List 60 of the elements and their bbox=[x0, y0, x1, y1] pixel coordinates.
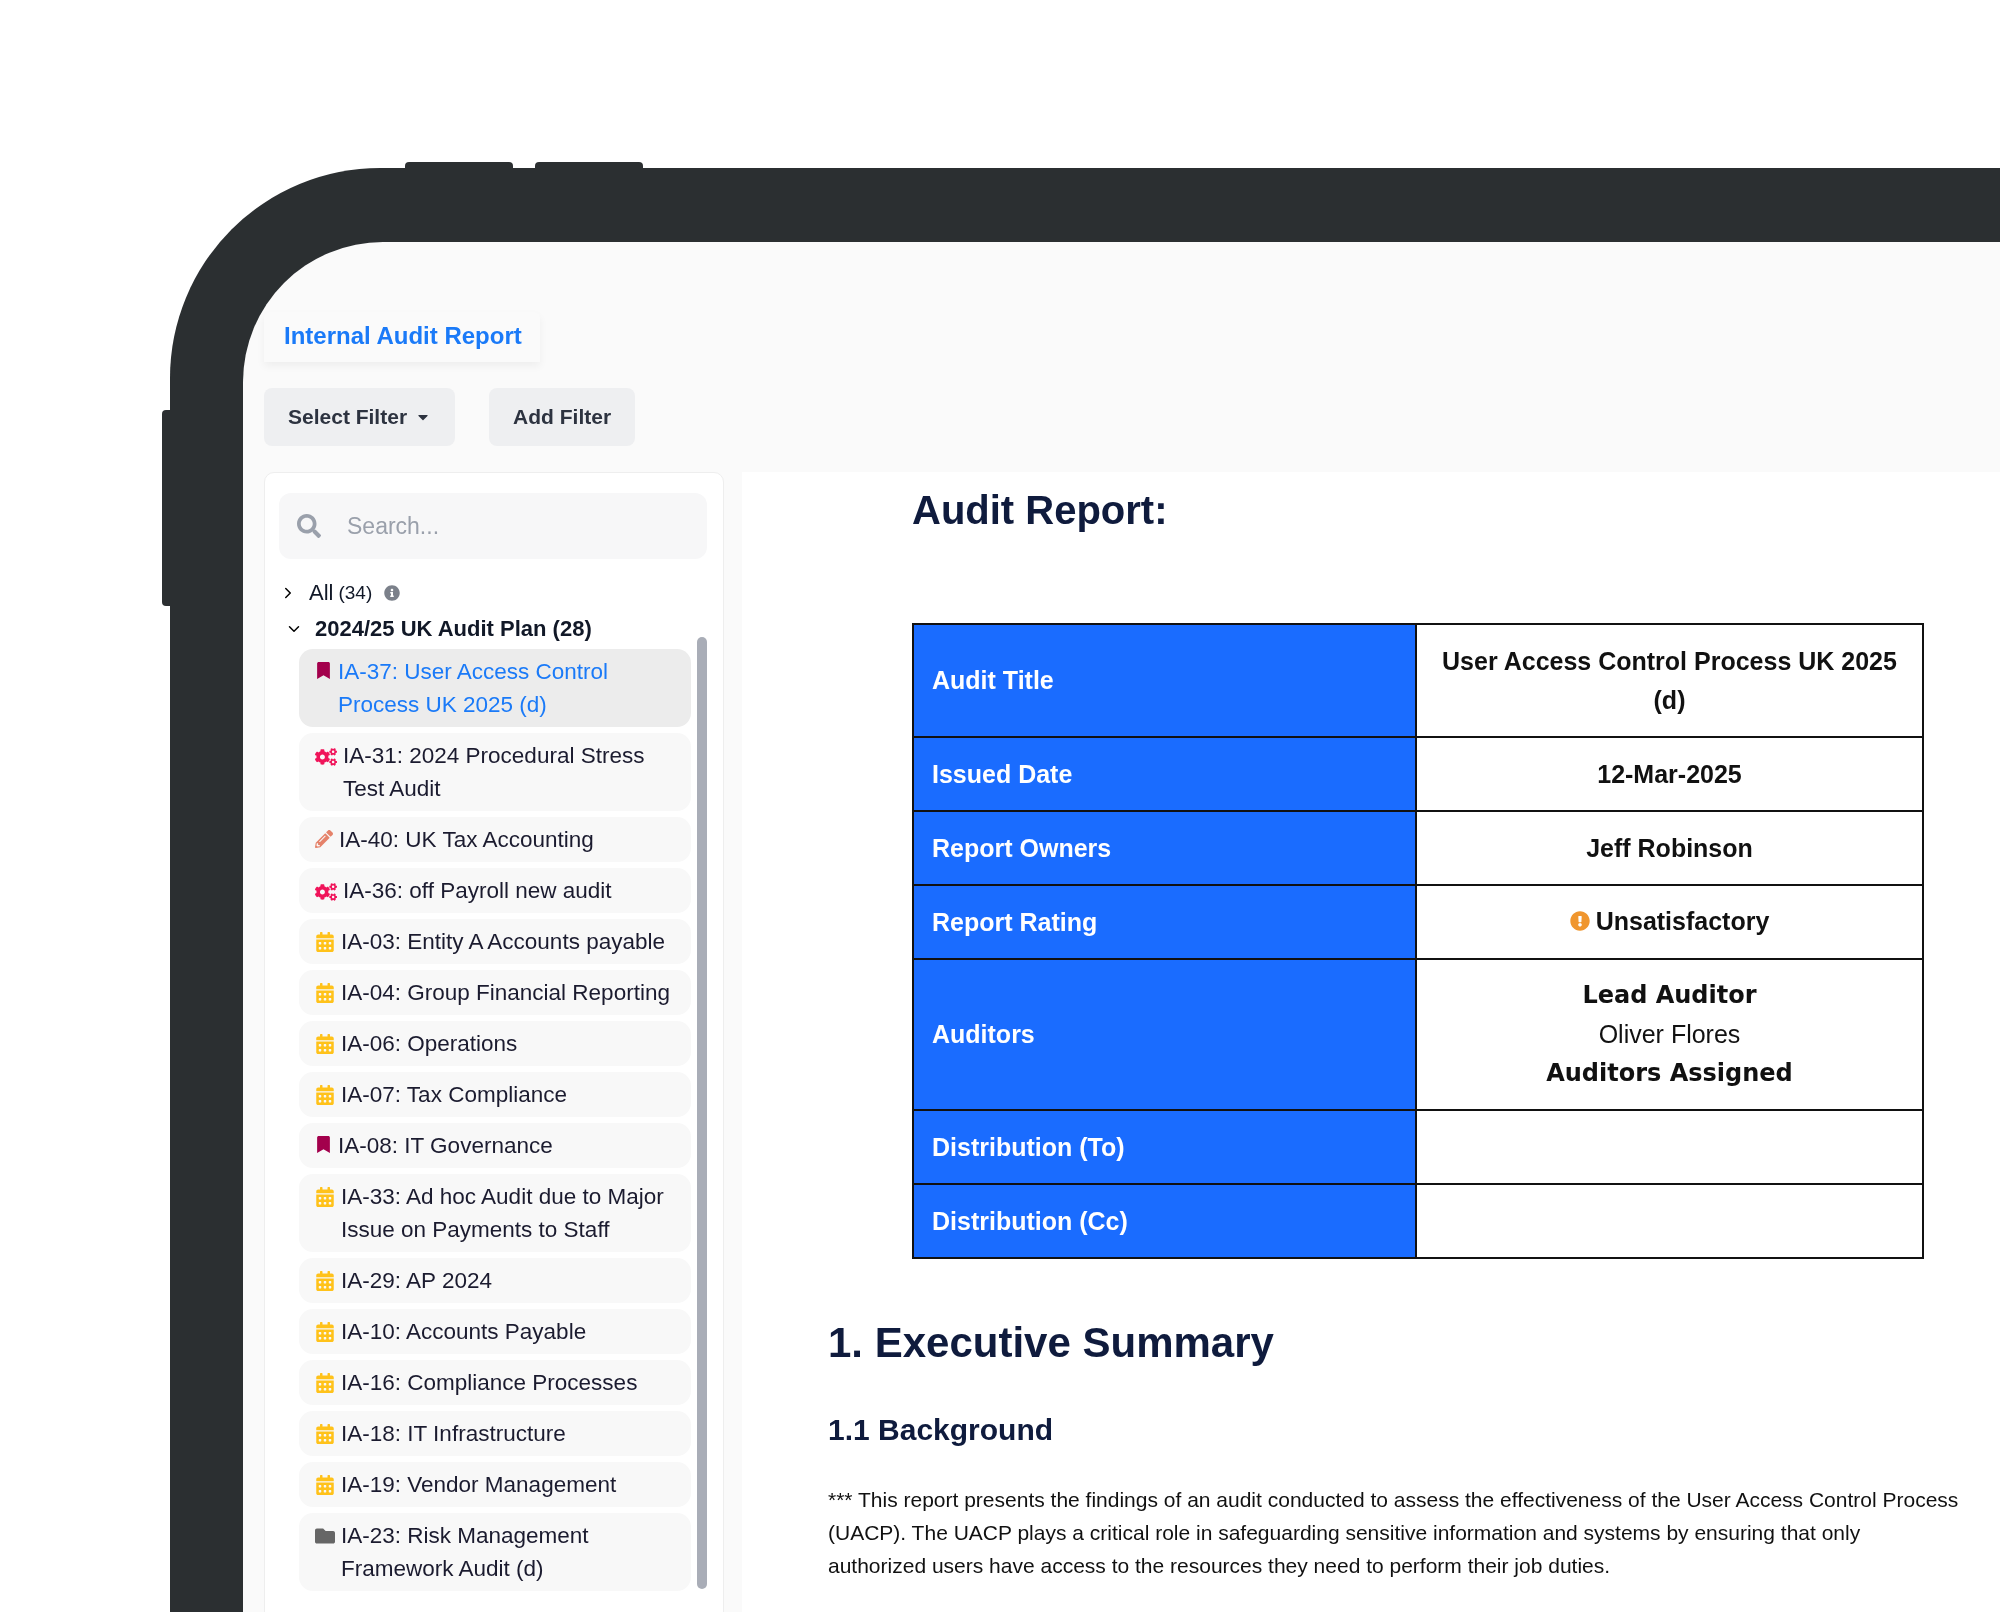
audit-list-item[interactable]: IA-03: Entity A Accounts payable bbox=[299, 919, 691, 964]
table-cell: 12-Mar-2025 bbox=[1416, 737, 1923, 811]
audit-list-item[interactable]: IA-06: Operations bbox=[299, 1021, 691, 1066]
audit-list-item[interactable]: IA-40: UK Tax Accounting bbox=[299, 817, 691, 862]
audit-list-item[interactable]: IA-19: Vendor Management bbox=[299, 1462, 691, 1507]
calendar-icon bbox=[315, 1322, 335, 1342]
audit-list-item[interactable]: IA-16: Compliance Processes bbox=[299, 1360, 691, 1405]
table-header-cell: Report Rating bbox=[913, 885, 1416, 959]
table-cell: User Access Control Process UK 2025 (d) bbox=[1416, 624, 1923, 737]
audit-list-item[interactable]: IA-10: Accounts Payable bbox=[299, 1309, 691, 1354]
search-icon bbox=[297, 514, 321, 538]
tree-node[interactable]: All bbox=[309, 580, 334, 606]
folder-icon bbox=[315, 1526, 335, 1546]
pencil-icon bbox=[315, 830, 333, 848]
background-paragraph: *** This report presents the findings of an audit conducted to assess the effectiveness of the User Access Control Process (UACP). The UACP plays a critical role in safeguarding sensitive information and systems by ensuring that only authorized users have access to the resources they need to perform their job duties. bbox=[828, 1487, 1960, 1579]
auditor-name: Oliver Flores bbox=[1597, 1019, 1742, 1050]
search-field[interactable]: Search... bbox=[279, 493, 707, 559]
subsection-heading: 1.1 Background bbox=[828, 1413, 1055, 1447]
calendar-icon bbox=[315, 1085, 335, 1105]
audit-list-item[interactable]: IA-33: Ad hoc Audit due to Major Issue on Payments to Staff bbox=[299, 1174, 691, 1252]
table-header-cell: Report Owners bbox=[913, 811, 1416, 885]
table-header-cell: Distribution (To) bbox=[913, 1110, 1416, 1184]
bookmark-icon bbox=[315, 662, 332, 679]
info-icon bbox=[384, 585, 401, 601]
auditor-heading: Auditors Assigned bbox=[1545, 1058, 1794, 1089]
report-title: Audit Report: bbox=[912, 488, 1169, 533]
bookmark-icon bbox=[315, 1136, 332, 1153]
audit-list-item[interactable]: IA-23: Risk Management Framework Audit (d) bbox=[299, 1513, 691, 1591]
select-filter-dropdown[interactable]: Select Filter bbox=[264, 388, 456, 446]
audit-list-item[interactable]: IA-04: Group Financial Reporting bbox=[299, 970, 691, 1015]
calendar-icon bbox=[315, 1475, 335, 1495]
calendar-icon bbox=[315, 1271, 335, 1291]
audit-list-item[interactable]: IA-31: 2024 Procedural Stress Test Audit bbox=[299, 733, 691, 811]
rating-text: Unsatisfactory bbox=[1595, 905, 1770, 937]
scrollbar[interactable] bbox=[697, 637, 707, 1589]
table-cell: Jeff Robinson bbox=[1416, 811, 1923, 885]
table-header-cell: Issued Date bbox=[913, 737, 1416, 811]
gears-icon bbox=[315, 881, 337, 903]
audit-list-item[interactable]: IA-18: IT Infrastructure bbox=[299, 1411, 691, 1456]
audit-list-item[interactable]: IA-07: Tax Compliance bbox=[299, 1072, 691, 1117]
audit-list-item[interactable]: IA-29: AP 2024 bbox=[299, 1258, 691, 1303]
warning-icon bbox=[1569, 911, 1590, 932]
gears-icon bbox=[315, 746, 337, 768]
section-heading: 1. Executive Summary bbox=[828, 1319, 1275, 1367]
calendar-icon bbox=[315, 1187, 335, 1207]
add-filter-button[interactable]: Add Filter bbox=[489, 388, 636, 446]
report-tab[interactable]: Internal Audit Report bbox=[264, 312, 540, 362]
calendar-icon bbox=[315, 1424, 335, 1444]
table-header-cell: Audit Title bbox=[913, 624, 1416, 737]
calendar-icon bbox=[315, 1034, 335, 1054]
calendar-icon bbox=[315, 1373, 335, 1393]
count-text: (34) bbox=[338, 582, 373, 604]
audit-list-item[interactable]: IA-36: off Payroll new audit bbox=[299, 868, 691, 913]
table-header-cell: Distribution (Cc) bbox=[913, 1184, 1416, 1258]
tree-node[interactable]: 2024/25 UK Audit Plan (28) bbox=[315, 616, 592, 642]
audit-list-item[interactable]: IA-08: IT Governance bbox=[299, 1123, 691, 1168]
auditor-heading: Lead Auditor bbox=[1581, 980, 1758, 1011]
table-header-cell: Auditors bbox=[913, 959, 1416, 1110]
calendar-icon bbox=[315, 932, 335, 952]
calendar-icon bbox=[315, 983, 335, 1003]
